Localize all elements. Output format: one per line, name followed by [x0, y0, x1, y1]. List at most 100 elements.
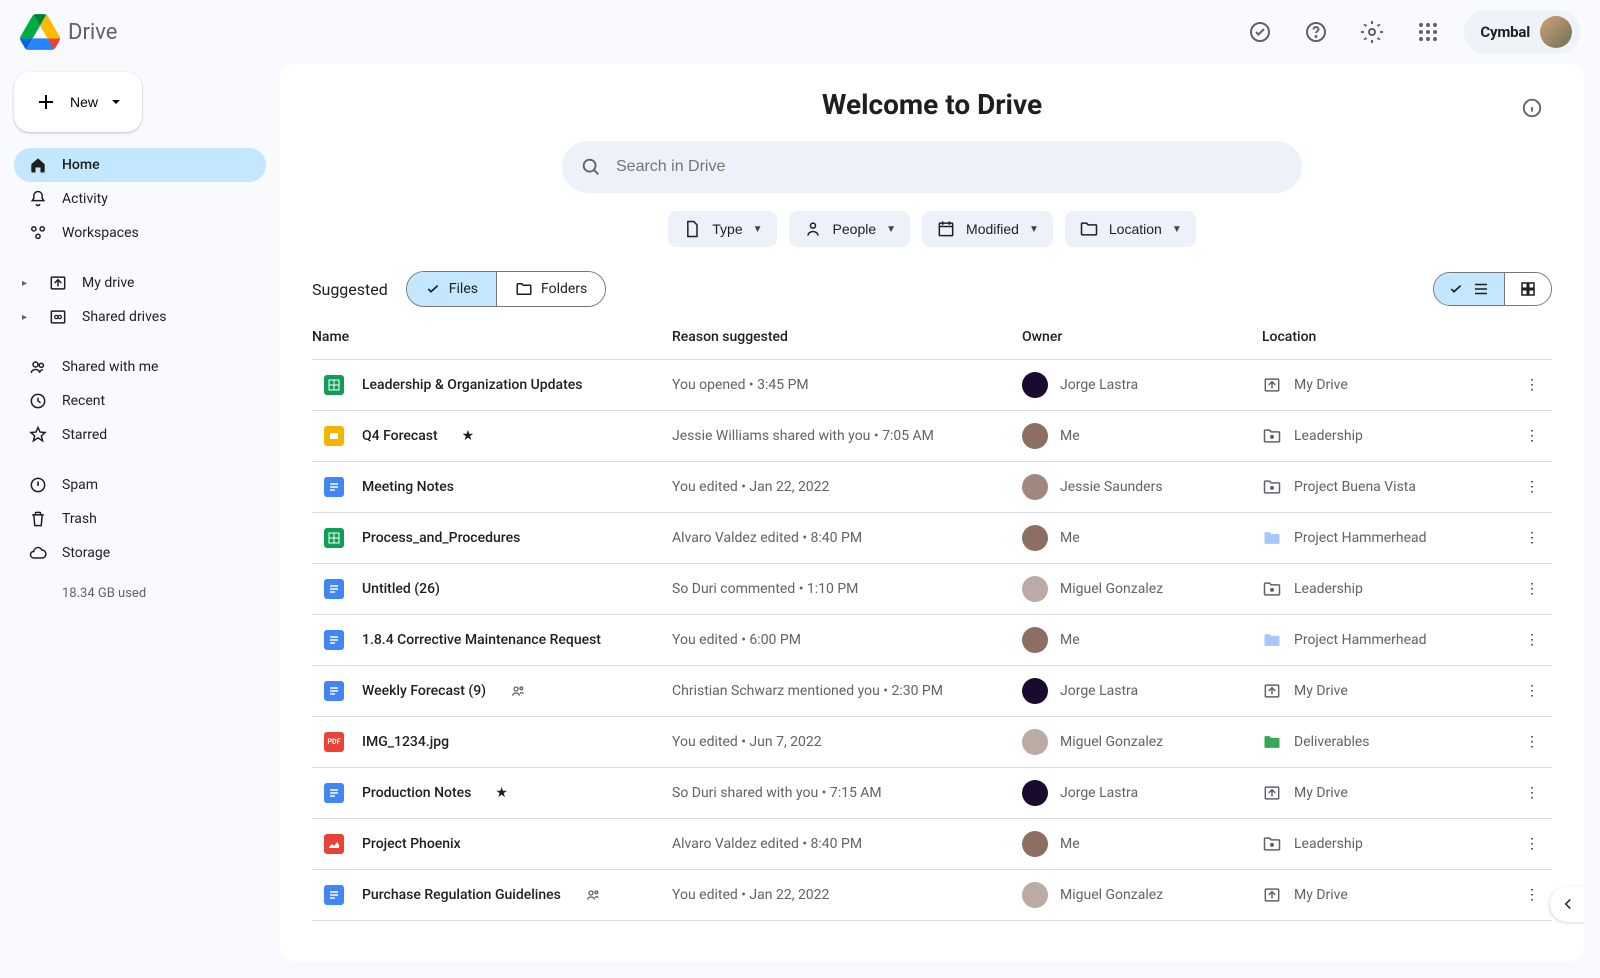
cell-reason: You edited • Jan 22, 2022: [672, 479, 1022, 495]
cell-location[interactable]: Project Buena Vista: [1262, 477, 1512, 497]
table-row[interactable]: Weekly Forecast (9)Christian Schwarz men…: [312, 666, 1552, 717]
col-location[interactable]: Location: [1262, 329, 1512, 345]
more-actions-button[interactable]: ⋮: [1512, 632, 1552, 648]
cell-location[interactable]: Leadership: [1262, 426, 1512, 446]
table-row[interactable]: Production Notes★So Duri shared with you…: [312, 768, 1552, 819]
col-owner[interactable]: Owner: [1022, 329, 1262, 345]
search-bar[interactable]: [562, 141, 1302, 193]
sidebar-item-workspaces[interactable]: Workspaces: [14, 216, 266, 250]
file-name: Purchase Regulation Guidelines: [362, 887, 561, 903]
folder-icon: [1079, 219, 1099, 239]
side-panel-toggle[interactable]: [1550, 886, 1584, 922]
cell-reason: Christian Schwarz mentioned you • 2:30 P…: [672, 683, 1022, 699]
cell-location[interactable]: Deliverables: [1262, 732, 1512, 752]
cell-location[interactable]: Project Hammerhead: [1262, 630, 1512, 650]
cell-location[interactable]: Leadership: [1262, 579, 1512, 599]
more-actions-button[interactable]: ⋮: [1512, 530, 1552, 546]
chip-label: Location: [1109, 221, 1162, 237]
sidebar-item-my-drive[interactable]: ▸My drive: [14, 266, 266, 300]
sidebar-item-label: Shared drives: [82, 309, 166, 325]
owner-avatar: [1022, 882, 1048, 908]
clock-icon: [28, 391, 48, 411]
more-actions-button[interactable]: ⋮: [1512, 734, 1552, 750]
filter-chip-location[interactable]: Location▼: [1065, 211, 1196, 247]
table-row[interactable]: 1.8.4 Corrective Maintenance Request You …: [312, 615, 1552, 666]
owner-avatar: [1022, 372, 1048, 398]
cell-reason: So Duri commented • 1:10 PM: [672, 581, 1022, 597]
col-reason[interactable]: Reason suggested: [672, 329, 1022, 345]
cell-location[interactable]: Leadership: [1262, 834, 1512, 854]
suggested-label: Suggested: [312, 280, 388, 299]
new-button[interactable]: New: [14, 72, 142, 132]
more-actions-button[interactable]: ⋮: [1512, 428, 1552, 444]
more-actions-button[interactable]: ⋮: [1512, 785, 1552, 801]
filter-chip-type[interactable]: Type▼: [668, 211, 776, 247]
cell-location[interactable]: Project Hammerhead: [1262, 528, 1512, 548]
table-row[interactable]: Q4 Forecast★Jessie Williams shared with …: [312, 411, 1552, 462]
owner-name: Jorge Lastra: [1060, 683, 1138, 699]
cell-owner: Jorge Lastra: [1022, 780, 1262, 806]
cell-owner: Jessie Saunders: [1022, 474, 1262, 500]
more-actions-button[interactable]: ⋮: [1512, 887, 1552, 903]
table-row[interactable]: Untitled (26)So Duri commented • 1:10 PM…: [312, 564, 1552, 615]
apps-grid-icon[interactable]: [1408, 12, 1448, 52]
more-actions-button[interactable]: ⋮: [1512, 581, 1552, 597]
location-icon: [1262, 528, 1282, 548]
search-input[interactable]: [616, 158, 1284, 176]
sidebar-item-shared-with-me[interactable]: Shared with me: [14, 350, 266, 384]
sidebar: New HomeActivityWorkspaces ▸My drive▸Sha…: [0, 64, 280, 978]
settings-icon[interactable]: [1352, 12, 1392, 52]
sidebar-item-activity[interactable]: Activity: [14, 182, 266, 216]
user-avatar[interactable]: [1540, 16, 1572, 48]
table-row[interactable]: Process_and_ProceduresAlvaro Valdez edit…: [312, 513, 1552, 564]
app-title: Drive: [68, 20, 117, 45]
view-grid[interactable]: [1504, 273, 1551, 305]
file-type-sheets-icon: [324, 375, 344, 395]
cell-location[interactable]: My Drive: [1262, 885, 1512, 905]
sidebar-item-shared-drives[interactable]: ▸Shared drives: [14, 300, 266, 334]
table-row[interactable]: Leadership & Organization UpdatesYou ope…: [312, 360, 1552, 411]
file-name: 1.8.4 Corrective Maintenance Request: [362, 632, 601, 648]
sidebar-item-starred[interactable]: Starred: [14, 418, 266, 452]
sidebar-item-trash[interactable]: Trash: [14, 502, 266, 536]
org-chip[interactable]: Cymbal: [1464, 10, 1580, 54]
cell-location[interactable]: My Drive: [1262, 375, 1512, 395]
cell-location[interactable]: My Drive: [1262, 783, 1512, 803]
table-row[interactable]: Meeting NotesYou edited • Jan 22, 2022Je…: [312, 462, 1552, 513]
owner-name: Jorge Lastra: [1060, 785, 1138, 801]
sidebar-item-home[interactable]: Home: [14, 148, 266, 182]
table-row[interactable]: Purchase Regulation GuidelinesYou edited…: [312, 870, 1552, 921]
cell-reason: You edited • 6:00 PM: [672, 632, 1022, 648]
cell-owner: Jorge Lastra: [1022, 678, 1262, 704]
location-name: Leadership: [1294, 581, 1363, 597]
segment-folders[interactable]: Folders: [496, 272, 605, 306]
more-actions-button[interactable]: ⋮: [1512, 377, 1552, 393]
plus-icon: [34, 90, 58, 114]
cell-name: PDFIMG_1234.jpg: [312, 732, 672, 752]
filter-chip-people[interactable]: People▼: [789, 211, 911, 247]
view-list[interactable]: [1434, 273, 1504, 305]
file-name: Project Phoenix: [362, 836, 461, 852]
more-actions-button[interactable]: ⋮: [1512, 836, 1552, 852]
sidebar-item-storage[interactable]: Storage: [14, 536, 266, 570]
mydrive-icon: [48, 273, 68, 293]
cell-location[interactable]: My Drive: [1262, 681, 1512, 701]
segment-files[interactable]: Files: [407, 272, 496, 306]
chip-label: People: [833, 221, 877, 237]
main-panel: Welcome to Drive Type▼People▼Modified▼Lo…: [280, 64, 1584, 962]
cell-name: Leadership & Organization Updates: [312, 375, 672, 395]
sidebar-item-spam[interactable]: Spam: [14, 468, 266, 502]
offline-ready-icon[interactable]: [1240, 12, 1280, 52]
col-name[interactable]: Name: [312, 329, 672, 345]
nav-section-2: ▸My drive▸Shared drives: [14, 266, 266, 334]
owner-avatar: [1022, 780, 1048, 806]
table-row[interactable]: Project PhoenixAlvaro Valdez edited • 8:…: [312, 819, 1552, 870]
info-icon[interactable]: [1512, 88, 1552, 128]
more-actions-button[interactable]: ⋮: [1512, 479, 1552, 495]
table-row[interactable]: PDFIMG_1234.jpgYou edited • Jun 7, 2022M…: [312, 717, 1552, 768]
sidebar-item-recent[interactable]: Recent: [14, 384, 266, 418]
file-table: Name Reason suggested Owner Location Lea…: [280, 319, 1584, 921]
filter-chip-modified[interactable]: Modified▼: [922, 211, 1053, 247]
more-actions-button[interactable]: ⋮: [1512, 683, 1552, 699]
help-icon[interactable]: [1296, 12, 1336, 52]
